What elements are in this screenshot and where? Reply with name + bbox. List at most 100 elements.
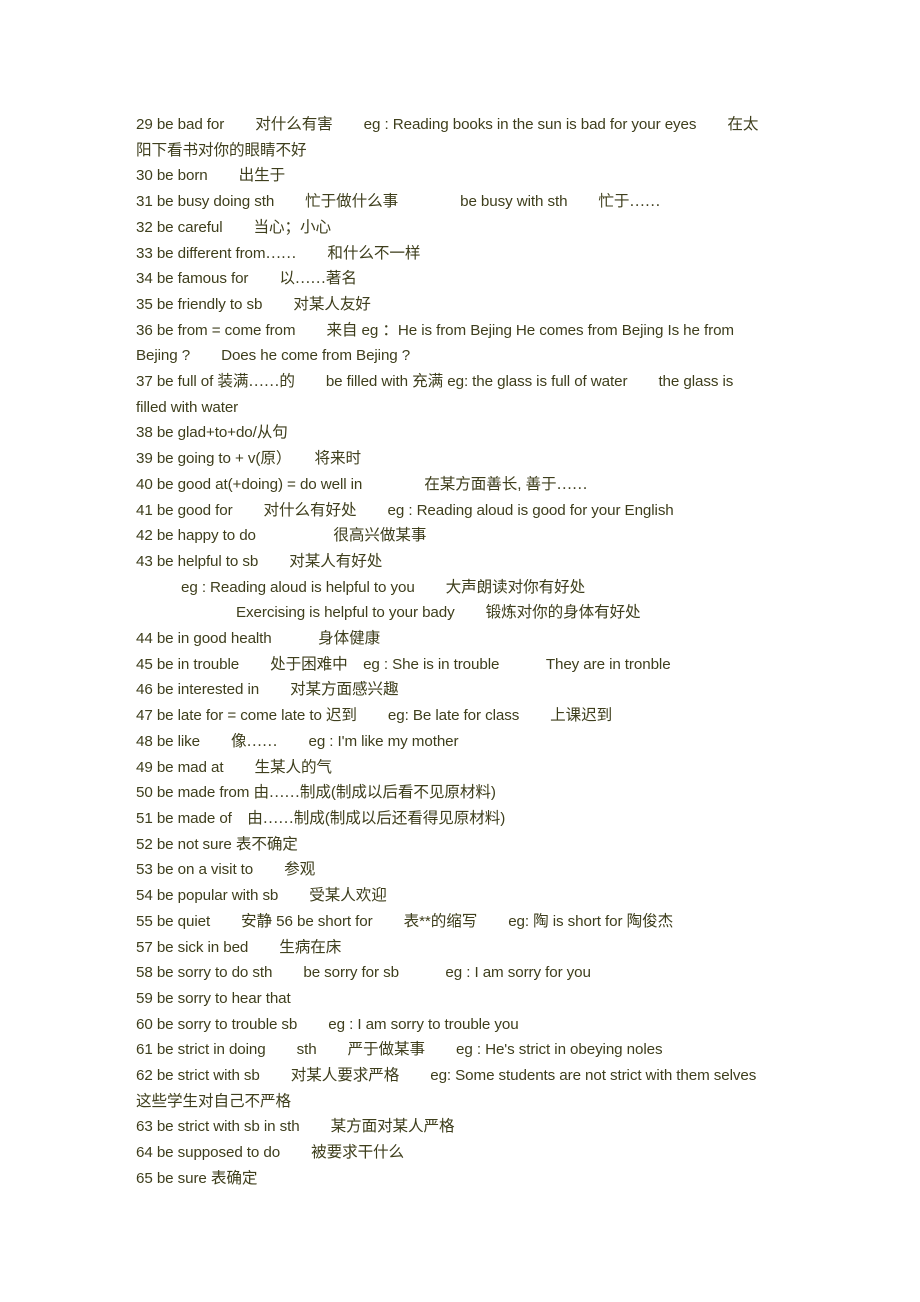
phrase-entry-line: 48 be like 像…… eg : I'm like my mother <box>136 729 808 755</box>
english-phrase: 56 be short for <box>272 912 373 930</box>
phrase-wrap-line: 这些学生对自己不严格 <box>136 1089 808 1115</box>
phrase-entry-line: 38 be glad+to+do/从句 <box>136 420 808 446</box>
chinese-gloss: 以……著名 <box>248 270 357 288</box>
phrase-wrap-line: Bejing ? Does he come from Bejing ? <box>136 343 808 369</box>
chinese-gloss: 陶俊杰 <box>626 912 674 930</box>
english-phrase: 35 be friendly to sb <box>136 295 263 313</box>
english-phrase: eg : I am sorry for you <box>445 964 591 982</box>
phrase-entry-line: 60 be sorry to trouble sb eg : I am sorr… <box>136 1012 808 1038</box>
chinese-gloss: 从句 <box>256 424 288 442</box>
english-phrase: 55 be quiet <box>136 912 211 930</box>
chinese-gloss <box>499 656 545 673</box>
chinese-gloss <box>399 964 445 981</box>
chinese-gloss: 当心；小心 <box>222 218 332 236</box>
phrase-entry-line: 57 be sick in bed 生病在床 <box>136 935 808 961</box>
english-phrase: 49 be mad at <box>136 758 224 776</box>
english-phrase: 39 be going to + v( <box>136 450 261 468</box>
chinese-gloss: 来自 <box>295 321 358 339</box>
english-phrase: 52 be not sure <box>136 835 236 853</box>
english-phrase: 61 be strict in doing <box>136 1041 266 1059</box>
english-phrase: 63 be strict with sb in sth <box>136 1118 300 1136</box>
english-phrase: Does he come from Bejing ? <box>221 347 411 365</box>
english-phrase: ) <box>500 809 506 827</box>
chinese-gloss: 迟到 <box>325 707 388 725</box>
phrase-wrap-line: filled with water <box>136 395 808 421</box>
chinese-gloss <box>190 347 221 364</box>
english-phrase: 40 be good at(+doing) = do well in <box>136 475 363 493</box>
chinese-gloss: 生某人的气 <box>223 758 332 776</box>
english-phrase: be filled with <box>325 373 413 391</box>
chinese-gloss: 处于困难中 <box>239 655 364 673</box>
chinese-gloss: 很高兴做某事 <box>255 527 427 545</box>
phrase-entry-line: 37 be full of 装满……的 be filled with 充满 eg… <box>136 369 808 395</box>
phrase-entry-line: 63 be strict with sb in sth 某方面对某人严格 <box>136 1114 808 1140</box>
english-phrase: 46 be interested in <box>136 681 260 699</box>
phrase-entry-line: 42 be happy to do 很高兴做某事 <box>136 523 808 549</box>
english-phrase: 59 be sorry to hear that <box>136 989 291 1007</box>
chinese-gloss: 陶 <box>533 912 549 930</box>
chinese-gloss: 充满 <box>412 373 444 391</box>
chinese-gloss: 善于…… <box>525 475 588 493</box>
document-body: 29 be bad for 对什么有害 eg : Reading books i… <box>136 112 808 1192</box>
english-phrase: eg: <box>508 912 534 930</box>
phrase-example-line: eg : Reading aloud is helpful to you 大声朗… <box>136 575 808 601</box>
phrase-entry-line: 35 be friendly to sb 对某人友好 <box>136 292 808 318</box>
english-phrase: 32 be careful <box>136 218 223 236</box>
chinese-gloss: 对某人有好处 <box>258 552 383 570</box>
chinese-gloss: …… 和什么不一样 <box>265 244 421 262</box>
phrase-entry-line: 51 be made of 由……制成(制成以后还看得见原材料) <box>136 806 808 832</box>
chinese-gloss: 在某方面善长 <box>362 475 518 493</box>
english-phrase: is short for <box>548 912 627 930</box>
chinese-gloss <box>297 1016 328 1033</box>
phrase-entry-line: 49 be mad at 生某人的气 <box>136 755 808 781</box>
chinese-gloss <box>266 1041 297 1058</box>
phrase-example-line: Exercising is helpful to your bady 锻炼对你的… <box>136 600 808 626</box>
english-phrase: eg: the glass is full of water <box>443 373 628 391</box>
english-phrase: 47 be late for = come late to <box>136 707 326 725</box>
phrase-entry-line: 29 be bad for 对什么有害 eg : Reading books i… <box>136 112 808 138</box>
english-phrase: eg : Reading aloud is good for your Engl… <box>387 501 674 519</box>
phrase-entry-line: 40 be good at(+doing) = do well in 在某方面善… <box>136 472 808 498</box>
english-phrase: 42 be happy to do <box>136 527 256 545</box>
english-phrase: 45 be in trouble <box>136 655 240 673</box>
english-phrase: 36 be from = come from <box>136 321 296 339</box>
chinese-gloss: 表 <box>372 912 420 930</box>
english-phrase: filled with water <box>136 398 239 416</box>
english-phrase: eg : I am sorry to trouble you <box>328 1015 519 1033</box>
chinese-gloss: 对某人友好 <box>262 295 371 313</box>
chinese-gloss: 对某方面感兴趣 <box>259 681 399 699</box>
phrase-entry-line: 61 be strict in doing sth 严于做某事 eg : He'… <box>136 1037 808 1063</box>
chinese-gloss: 这些学生对自己不严格 <box>136 1092 291 1110</box>
chinese-gloss: 身体健康 <box>271 630 381 648</box>
english-phrase: 31 be busy doing sth <box>136 193 275 211</box>
english-phrase: be busy with sth <box>460 193 568 211</box>
english-phrase: 53 be on a visit to <box>136 861 254 879</box>
phrase-entry-line: 39 be going to + v(原） 将来时 <box>136 446 808 472</box>
english-phrase: 37 be full of <box>136 373 218 391</box>
document-page: 29 be bad for 对什么有害 eg : Reading books i… <box>0 0 920 1302</box>
english-phrase: 34 be famous for <box>136 270 249 288</box>
english-phrase: be sorry for sb <box>303 964 399 982</box>
english-phrase: 44 be in good health <box>136 630 272 648</box>
phrase-entry-line: 50 be made from 由……制成(制成以后看不见原材料) <box>136 780 808 806</box>
chinese-gloss: 表不确定 <box>235 835 298 853</box>
phrase-entry-line: 41 be good for 对什么有好处 eg : Reading aloud… <box>136 498 808 524</box>
phrase-entry-line: 31 be busy doing sth 忙于做什么事 be busy with… <box>136 189 808 215</box>
phrase-entry-line: 55 be quiet 安静 56 be short for 表**的缩写 eg… <box>136 909 808 935</box>
english-phrase: Exercising is helpful to your bady <box>236 604 455 622</box>
english-phrase: He is from Bejing He comes from Bejing I… <box>397 321 734 339</box>
phrase-entry-line: 62 be strict with sb 对某人要求严格 eg: Some st… <box>136 1063 808 1089</box>
chinese-gloss: 被要求干什么 <box>280 1144 405 1162</box>
english-phrase: They are in tronble <box>545 655 671 673</box>
english-phrase: 43 be helpful to sb <box>136 552 259 570</box>
chinese-gloss: 原） 将来时 <box>260 450 362 468</box>
chinese-gloss: 对什么有好处 <box>232 501 388 519</box>
english-phrase: 50 be made from <box>136 784 254 802</box>
english-phrase: the glass is <box>658 373 734 391</box>
chinese-gloss <box>627 373 658 390</box>
english-phrase: 48 be like <box>136 732 201 750</box>
english-phrase: Bejing ? <box>136 347 191 365</box>
phrase-entry-line: 53 be on a visit to 参观 <box>136 857 808 883</box>
english-phrase: eg <box>357 321 383 339</box>
phrase-entry-line: 34 be famous for 以……著名 <box>136 266 808 292</box>
